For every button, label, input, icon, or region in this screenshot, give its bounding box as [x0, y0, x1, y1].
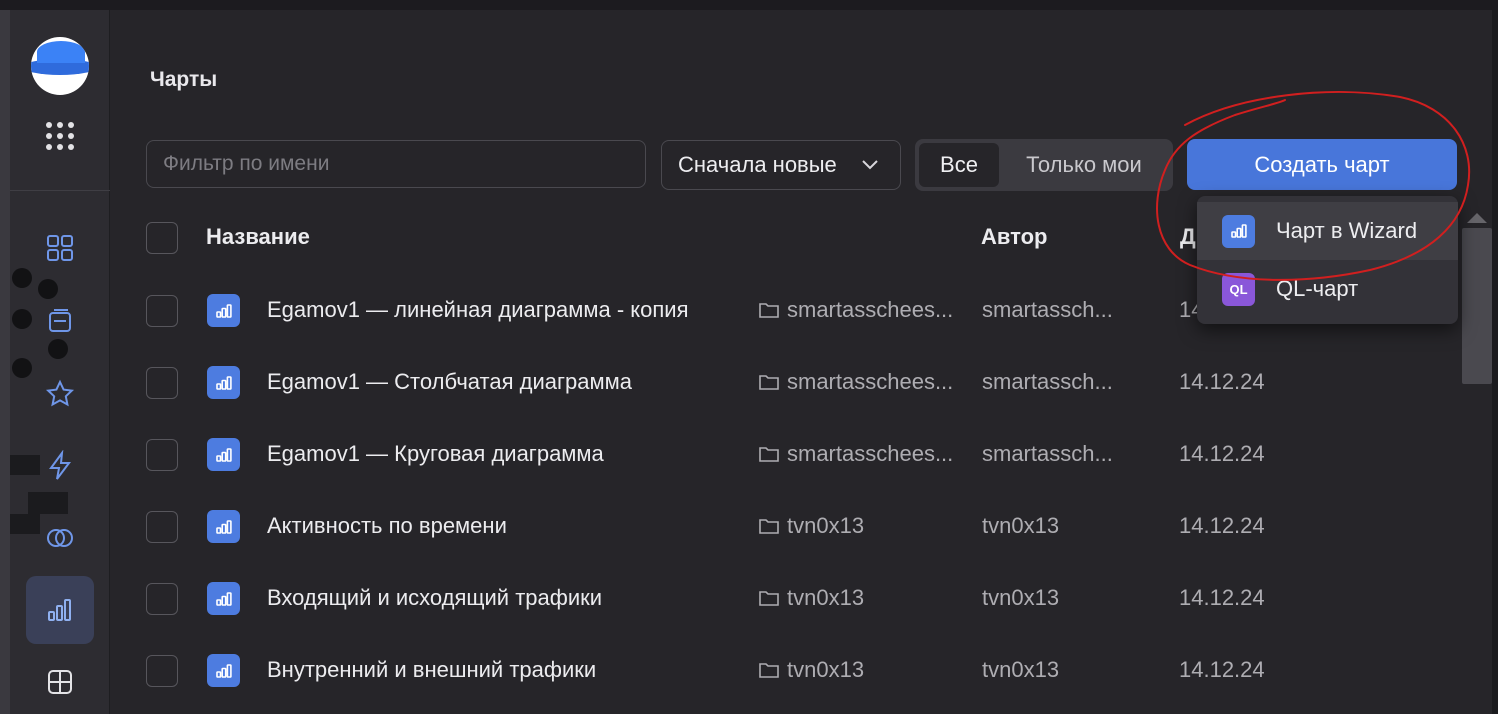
- row-checkbox[interactable]: [146, 439, 178, 471]
- apps-grid-icon[interactable]: [46, 122, 74, 150]
- folder-icon: [759, 591, 779, 606]
- folder-icon: [759, 375, 779, 390]
- row-name-link[interactable]: Входящий и исходящий трафики: [267, 585, 602, 611]
- row-date: 14.12.24: [1179, 441, 1265, 466]
- sort-select[interactable]: Сначала новые: [661, 140, 901, 190]
- artifact-block: [10, 455, 40, 475]
- segment-mine[interactable]: Только мои: [999, 143, 1169, 187]
- rail-divider: [10, 190, 110, 191]
- bookmarks-bar: [0, 0, 1498, 10]
- menu-item-ql-chart[interactable]: QL QL-чарт: [1197, 260, 1458, 318]
- folder-icon: [759, 519, 779, 534]
- row-author: tvn0x13: [982, 657, 1060, 682]
- row-folder[interactable]: smartasschees...: [787, 441, 953, 467]
- sort-select-label: Сначала новые: [678, 152, 837, 177]
- row-name-link[interactable]: Egamov1 — Столбчатая диаграмма: [267, 369, 632, 395]
- menu-item-label: Чарт в Wizard: [1276, 218, 1418, 243]
- scroll-up-arrow[interactable]: [1467, 213, 1487, 223]
- segment-all[interactable]: Все: [919, 143, 999, 187]
- row-folder[interactable]: smartasschees...: [787, 369, 953, 395]
- row-date: 14.12.24: [1179, 369, 1265, 394]
- name-filter-input[interactable]: [146, 140, 646, 188]
- window-edge: [1492, 10, 1498, 714]
- row-name-link[interactable]: Активность по времени: [267, 513, 507, 539]
- artifact-block: [28, 492, 68, 514]
- column-header-date[interactable]: Д: [1180, 224, 1196, 250]
- folder-icon: [759, 663, 779, 678]
- row-folder[interactable]: tvn0x13: [787, 513, 864, 539]
- row-author: tvn0x13: [982, 585, 1060, 610]
- row-date: 14.12.24: [1179, 585, 1265, 610]
- artifact-block: [10, 514, 40, 534]
- chart-bar-icon: [207, 294, 240, 327]
- row-author: smartassch...: [982, 441, 1113, 466]
- connections-icon[interactable]: [44, 522, 76, 554]
- folder-icon: [759, 303, 779, 318]
- chart-bar-icon: [207, 582, 240, 615]
- dashboards-icon[interactable]: [44, 232, 76, 264]
- row-name-link[interactable]: Egamov1 — Круговая диаграмма: [267, 441, 604, 467]
- page-title: Чарты: [150, 68, 218, 91]
- create-chart-menu: Чарт в Wizard QL QL-чарт: [1197, 196, 1458, 324]
- row-checkbox[interactable]: [146, 511, 178, 543]
- datasets-icon[interactable]: [44, 666, 76, 698]
- row-checkbox[interactable]: [146, 655, 178, 687]
- row-author: smartassch...: [982, 369, 1113, 394]
- charts-nav-active[interactable]: [26, 576, 94, 644]
- create-chart-button[interactable]: Создать чарт: [1187, 139, 1457, 190]
- collections-icon[interactable]: [44, 305, 76, 337]
- chart-bar-icon: [207, 654, 240, 687]
- column-header-name[interactable]: Название: [206, 224, 310, 250]
- row-author: tvn0x13: [982, 513, 1060, 538]
- chart-bar-icon: [207, 510, 240, 543]
- chart-bar-icon: [207, 366, 240, 399]
- charts-icon: [48, 599, 71, 621]
- menu-item-wizard-chart[interactable]: Чарт в Wizard: [1197, 202, 1458, 260]
- folder-icon: [759, 447, 779, 462]
- row-checkbox[interactable]: [146, 367, 178, 399]
- chevron-down-icon: [862, 160, 878, 170]
- row-name-link[interactable]: Внутренний и внешний трафики: [267, 657, 596, 683]
- artifact-dot: [12, 358, 32, 378]
- window-edge: [0, 10, 10, 714]
- row-checkbox[interactable]: [146, 583, 178, 615]
- datalens-logo[interactable]: [31, 37, 89, 95]
- row-folder[interactable]: smartasschees...: [787, 297, 953, 323]
- lightning-icon[interactable]: [44, 449, 76, 482]
- chart-bar-icon: [1222, 214, 1255, 248]
- row-folder[interactable]: tvn0x13: [787, 657, 864, 683]
- row-date: 14.12.24: [1179, 657, 1265, 682]
- row-folder[interactable]: tvn0x13: [787, 585, 864, 611]
- favorites-star-icon[interactable]: [44, 378, 76, 410]
- ql-icon: QL: [1222, 272, 1255, 306]
- select-all-checkbox[interactable]: [146, 222, 178, 254]
- artifact-dot: [48, 339, 68, 359]
- menu-item-label: QL-чарт: [1276, 276, 1359, 301]
- artifact-dot: [12, 309, 32, 329]
- ownership-segmented-control: Все Только мои: [915, 139, 1173, 191]
- scrollbar-thumb[interactable]: [1462, 228, 1492, 384]
- row-checkbox[interactable]: [146, 295, 178, 327]
- column-header-author[interactable]: Автор: [981, 224, 1047, 250]
- row-date: 14.12.24: [1179, 513, 1265, 538]
- row-author: smartassch...: [982, 297, 1113, 322]
- chart-bar-icon: [207, 438, 240, 471]
- artifact-dot: [12, 268, 32, 288]
- artifact-dot: [38, 279, 58, 299]
- row-name-link[interactable]: Egamov1 — линейная диаграмма - копия: [267, 297, 689, 323]
